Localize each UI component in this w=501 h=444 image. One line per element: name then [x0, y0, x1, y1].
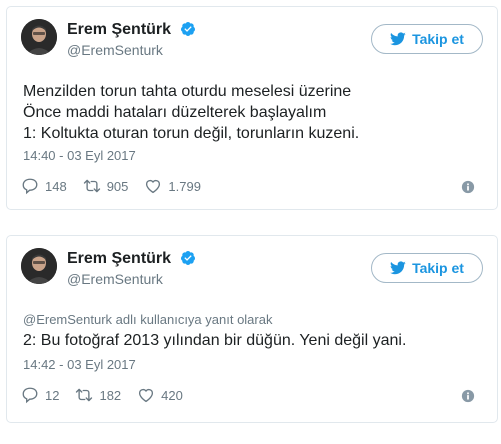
tweet-actions: 148 905 1.799 — [21, 177, 217, 195]
verified-badge-icon — [180, 22, 195, 36]
retweet-count: 182 — [99, 387, 122, 403]
retweet-icon — [76, 388, 93, 402]
author-name[interactable]: Erem Şentürk — [67, 250, 196, 268]
like-icon — [146, 179, 161, 194]
info-icon[interactable] — [461, 180, 475, 194]
reply-action[interactable]: 148 — [21, 177, 67, 195]
tweet-text: Menzilden torun tahta oturdu meselesi üz… — [23, 81, 483, 144]
retweet-action[interactable]: 905 — [83, 177, 129, 195]
verified-badge-icon — [180, 251, 195, 265]
reply-count: 148 — [45, 178, 67, 194]
author-handle[interactable]: @EremSenturk — [67, 271, 163, 287]
retweet-action[interactable]: 182 — [75, 386, 121, 404]
like-icon — [139, 388, 154, 403]
reply-action[interactable]: 12 — [21, 386, 59, 404]
author-name[interactable]: Erem Şentürk — [67, 21, 196, 39]
tweet-text-line: 2: Bu fotoğraf 2013 yılından bir düğün. … — [23, 332, 407, 349]
info-icon[interactable] — [461, 389, 475, 403]
tweet-text-line: 1: Koltukta oturan torun değil, torunlar… — [23, 125, 360, 142]
like-count: 420 — [161, 387, 183, 403]
avatar[interactable] — [21, 248, 57, 284]
tweet-text-line: Menzilden torun tahta oturdu meselesi üz… — [23, 83, 352, 100]
tweet-timestamp[interactable]: 14:42 - 03 Eyl 2017 — [23, 357, 136, 372]
twitter-bird-icon — [390, 261, 406, 275]
avatar[interactable] — [21, 19, 57, 55]
tweet-timestamp[interactable]: 14:40 - 03 Eyl 2017 — [23, 148, 136, 163]
retweet-icon — [83, 179, 100, 193]
retweet-count: 905 — [106, 178, 129, 194]
follow-label: Takip et — [412, 260, 464, 276]
tweet-card: Erem Şentürk @EremSenturk Takip et Menzi… — [6, 6, 498, 210]
like-count: 1.799 — [168, 178, 201, 194]
reply-icon — [22, 387, 38, 404]
follow-button[interactable]: Takip et — [371, 253, 483, 283]
author-handle[interactable]: @EremSenturk — [67, 42, 163, 58]
tweet-actions: 12 182 420 — [21, 386, 199, 404]
like-action[interactable]: 420 — [137, 386, 183, 404]
follow-button[interactable]: Takip et — [371, 24, 483, 54]
like-action[interactable]: 1.799 — [144, 177, 201, 195]
reply-context[interactable]: @EremSenturk adlı kullanıcıya yanıt olar… — [23, 312, 272, 327]
tweet-text: 2: Bu fotoğraf 2013 yılından bir düğün. … — [23, 330, 483, 351]
reply-count: 12 — [45, 387, 60, 403]
author-name-text: Erem Şentürk — [67, 250, 172, 267]
reply-icon — [22, 178, 38, 195]
tweet-text-line: Önce maddi hataları düzelterek başlayalı… — [23, 104, 327, 121]
twitter-bird-icon — [390, 32, 406, 46]
tweet-card: Erem Şentürk @EremSenturk Takip et @Erem… — [6, 235, 498, 423]
author-name-text: Erem Şentürk — [67, 21, 172, 38]
follow-label: Takip et — [412, 31, 464, 47]
